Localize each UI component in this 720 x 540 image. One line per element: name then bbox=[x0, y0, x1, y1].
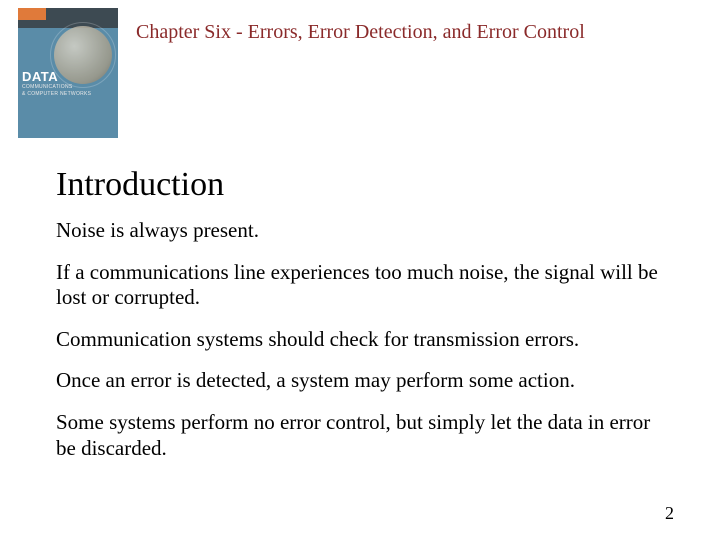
paragraph: Some systems perform no error control, b… bbox=[56, 410, 664, 461]
paragraph: Communication systems should check for t… bbox=[56, 327, 664, 353]
book-subtitle-1: COMMUNICATIONS bbox=[22, 84, 114, 90]
section-title: Introduction bbox=[56, 166, 664, 204]
book-title-text: DATA bbox=[22, 70, 114, 83]
slide-content: Introduction Noise is always present. If… bbox=[0, 138, 720, 461]
paragraph: If a communications line experiences too… bbox=[56, 260, 664, 311]
page-number: 2 bbox=[665, 503, 674, 524]
paragraph: Noise is always present. bbox=[56, 218, 664, 244]
chapter-title: Chapter Six - Errors, Error Detection, a… bbox=[136, 8, 585, 52]
book-title-block: DATA COMMUNICATIONS & COMPUTER NETWORKS bbox=[22, 70, 114, 97]
book-cover-image: DATA COMMUNICATIONS & COMPUTER NETWORKS bbox=[18, 8, 118, 138]
book-subtitle-2: & COMPUTER NETWORKS bbox=[22, 91, 114, 97]
book-cover-accent bbox=[18, 8, 46, 20]
slide-header: DATA COMMUNICATIONS & COMPUTER NETWORKS … bbox=[0, 0, 720, 138]
paragraph: Once an error is detected, a system may … bbox=[56, 368, 664, 394]
